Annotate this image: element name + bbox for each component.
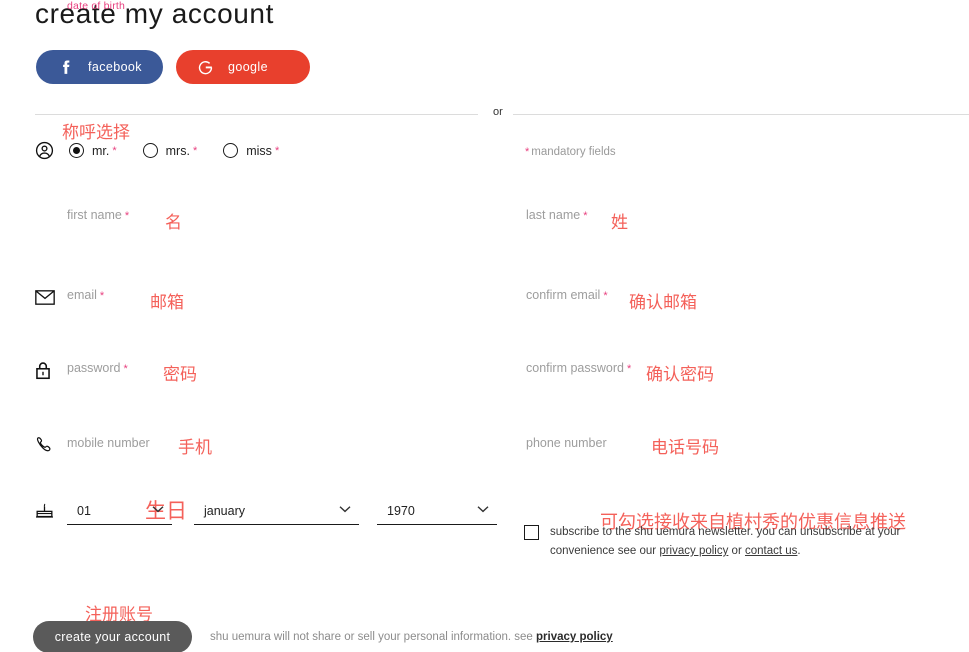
google-login-button[interactable]: google xyxy=(176,50,310,84)
gender-radio-group: mr. * mrs. * miss * xyxy=(69,143,305,158)
mandatory-fields-note: * mandatory fields xyxy=(525,146,616,158)
google-icon xyxy=(196,58,214,76)
password-label: password * xyxy=(67,361,128,375)
divider-left xyxy=(35,114,478,115)
gender-label-mr: mr. xyxy=(92,143,110,158)
required-star: * xyxy=(525,146,530,158)
confirm-email-icon-slot xyxy=(494,285,524,309)
gender-radio-miss[interactable]: miss * xyxy=(223,143,279,158)
social-login-row: facebook google xyxy=(36,50,310,84)
newsletter-row: subscribe to the shu uemura newsletter. … xyxy=(524,523,932,561)
newsletter-text-part2: or xyxy=(728,545,745,557)
first-name-icon-slot xyxy=(35,205,65,229)
email-label: email * xyxy=(67,288,105,302)
legal-privacy-policy-link[interactable]: privacy policy xyxy=(536,631,613,643)
required-star: * xyxy=(274,144,280,157)
field-confirm-email: confirm email * xyxy=(494,285,931,309)
gender-label-miss: miss xyxy=(246,143,272,158)
facebook-login-button[interactable]: facebook xyxy=(36,50,163,84)
google-login-label: google xyxy=(228,60,268,74)
legal-note: shu uemura will not share or sell your p… xyxy=(210,631,613,643)
phone-number-label: phone number xyxy=(526,436,607,450)
radio-dot-miss[interactable] xyxy=(223,143,239,158)
annotation-gender: 称呼选择 xyxy=(62,123,130,143)
chevron-down-icon xyxy=(477,500,489,518)
gender-radio-mr[interactable]: mr. * xyxy=(69,143,117,158)
legal-note-text: shu uemura will not share or sell your p… xyxy=(210,631,536,643)
create-account-button[interactable]: create your account xyxy=(33,621,192,652)
or-label: or xyxy=(489,106,507,118)
field-last-name: last name * xyxy=(494,205,931,229)
field-phone-number: phone number xyxy=(494,433,931,457)
facebook-icon xyxy=(56,58,74,76)
gender-radio-mrs[interactable]: mrs. * xyxy=(142,143,198,158)
radio-dot-mr[interactable] xyxy=(69,143,84,158)
dob-year-select[interactable]: 1970 xyxy=(377,497,497,525)
date-of-birth-row: 01 january 1970 xyxy=(35,497,497,525)
gender-row: mr. * mrs. * miss * xyxy=(35,141,305,160)
contact-us-link[interactable]: contact us xyxy=(745,545,797,557)
newsletter-text: subscribe to the shu uemura newsletter. … xyxy=(550,523,932,561)
dob-month-select[interactable]: january xyxy=(194,497,359,525)
mandatory-fields-label: mandatory fields xyxy=(531,146,616,158)
lock-icon xyxy=(35,358,65,382)
last-name-label: last name * xyxy=(526,208,588,222)
radio-dot-mrs[interactable] xyxy=(142,143,158,158)
birthday-cake-icon xyxy=(35,501,67,525)
field-password: password * xyxy=(35,358,478,382)
gender-label-mrs: mrs. xyxy=(165,143,190,158)
phone-icon xyxy=(35,433,65,457)
phone-number-icon-slot xyxy=(494,433,524,457)
chevron-down-icon xyxy=(152,500,164,518)
last-name-icon-slot xyxy=(494,205,524,229)
field-email: email * xyxy=(35,285,478,309)
dob-month-value: january xyxy=(204,503,245,518)
first-name-label: first name * xyxy=(67,208,130,222)
required-star: * xyxy=(112,144,117,157)
field-first-name: first name * xyxy=(35,205,478,229)
field-confirm-password: confirm password * xyxy=(494,358,931,382)
envelope-icon xyxy=(35,285,65,309)
confirm-email-label: confirm email * xyxy=(526,288,608,302)
confirm-password-icon-slot xyxy=(494,358,524,382)
divider-right xyxy=(513,114,969,115)
privacy-policy-link[interactable]: privacy policy xyxy=(659,545,728,557)
create-account-page: create my account facebook google or 称呼选… xyxy=(0,0,969,652)
mobile-number-label: mobile number xyxy=(67,436,150,450)
required-star: * xyxy=(192,144,198,157)
confirm-password-label: confirm password * xyxy=(526,361,632,375)
facebook-login-label: facebook xyxy=(88,60,142,74)
newsletter-text-part3: . xyxy=(797,545,801,557)
newsletter-checkbox[interactable] xyxy=(524,525,539,540)
user-circle-icon xyxy=(35,141,61,160)
dob-day-select[interactable]: 01 xyxy=(67,497,172,525)
dob-day-value: 01 xyxy=(77,503,91,518)
dob-year-value: 1970 xyxy=(387,503,415,518)
field-mobile-number: mobile number xyxy=(35,433,478,457)
date-of-birth-label: date of birth xyxy=(67,0,126,12)
chevron-down-icon xyxy=(339,500,351,518)
